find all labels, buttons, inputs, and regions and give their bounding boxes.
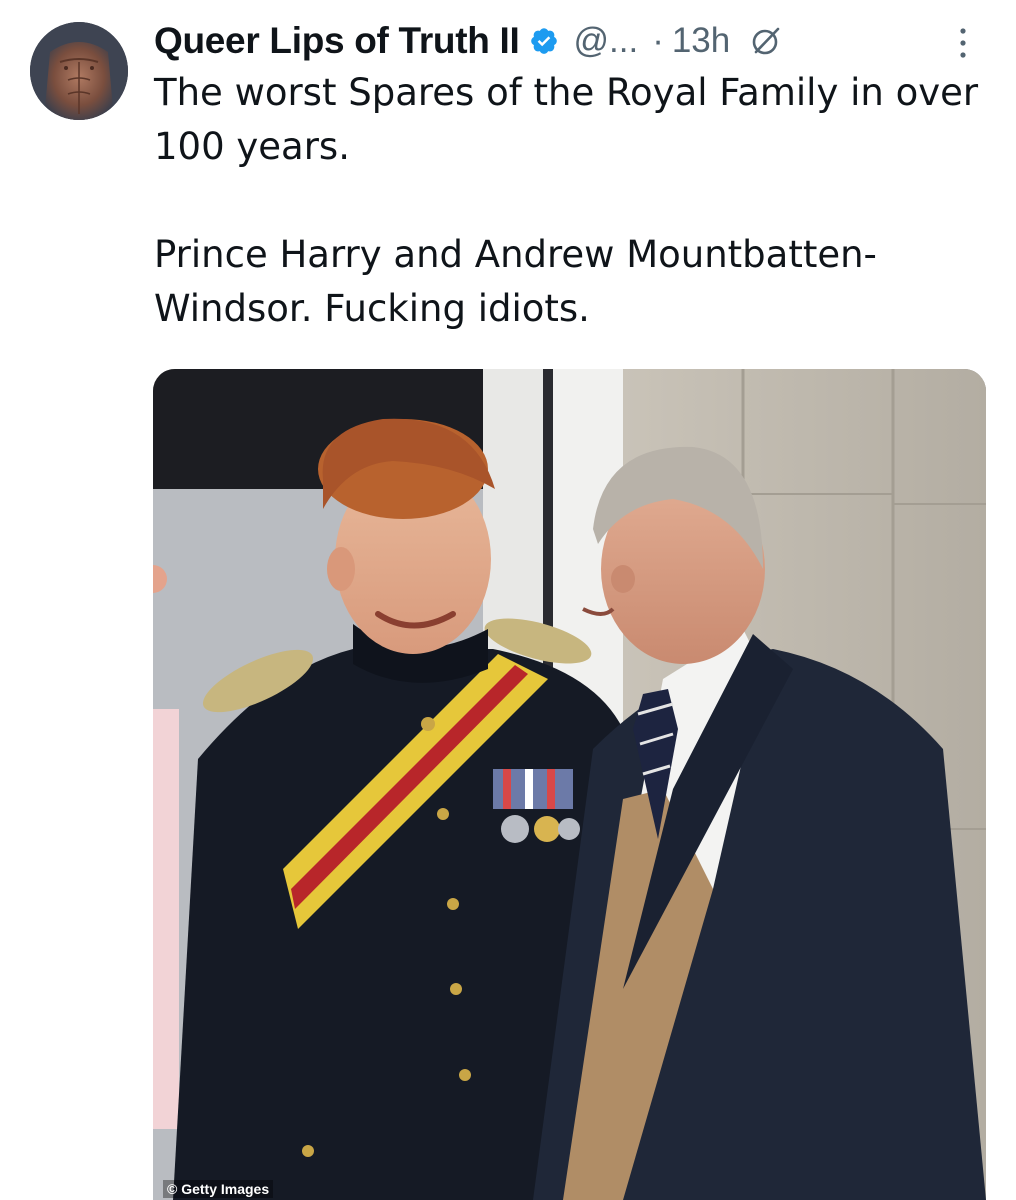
tweet-text-paragraph-1: The worst Spares of the Royal Family in … bbox=[154, 71, 979, 168]
tweet-text: The worst Spares of the Royal Family in … bbox=[154, 66, 984, 336]
verified-badge-icon[interactable] bbox=[529, 26, 559, 56]
avatar[interactable] bbox=[30, 22, 128, 120]
grok-icon[interactable] bbox=[750, 25, 782, 57]
separator-dot: · bbox=[652, 21, 664, 60]
timestamp[interactable]: 13h bbox=[672, 21, 730, 61]
handle[interactable]: @... bbox=[573, 21, 638, 61]
tweet-header: Queer Lips of Truth II @... · 13h bbox=[154, 16, 994, 66]
more-options-icon[interactable] bbox=[958, 26, 968, 60]
tweet-text-paragraph-2: Prince Harry and Andrew Mountbatten-Wind… bbox=[154, 233, 877, 330]
tweet-photo[interactable]: © Getty Images bbox=[153, 369, 986, 1200]
tweet[interactable]: Queer Lips of Truth II @... · 13h The wo… bbox=[0, 0, 1016, 1200]
display-name[interactable]: Queer Lips of Truth II bbox=[154, 20, 520, 62]
getty-watermark: © Getty Images bbox=[163, 1180, 274, 1198]
